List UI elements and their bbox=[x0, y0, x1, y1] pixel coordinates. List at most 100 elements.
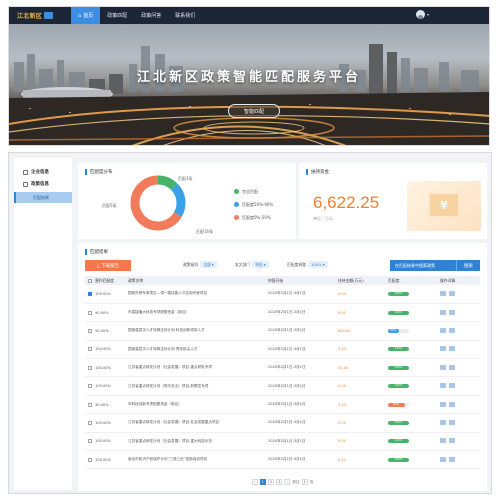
col-header-match: 营利匹配度 bbox=[85, 276, 125, 285]
nav-contact[interactable]: 联系我们 bbox=[168, 7, 202, 24]
match-progress-fill: 100% bbox=[388, 310, 409, 315]
cell-policy-name[interactable]: 国家高层次人才特殊支持计划 科技创新领军人才 bbox=[125, 321, 265, 341]
cell-policy-name[interactable]: 江苏省重点研发计划（社会发展）项目-社会发展重点项目 bbox=[125, 413, 265, 433]
row-checkbox[interactable] bbox=[88, 420, 92, 425]
match-progress-bar: 100% bbox=[388, 457, 409, 462]
pager-goto-label: 前往 bbox=[292, 479, 300, 484]
nav-policy-match[interactable]: 政策匹配 bbox=[100, 7, 134, 24]
match-progress-bar: 100% bbox=[388, 310, 409, 315]
filter-department-select[interactable]: 科技 ▾ bbox=[252, 261, 269, 268]
table-row[interactable]: 100.00% 国家高层次人才特殊支持计划 青年拔尖人才 2020年2月1日-3月1… bbox=[85, 340, 480, 360]
pager-prev-button[interactable]: ‹ bbox=[251, 479, 258, 485]
row-checkbox[interactable] bbox=[88, 347, 92, 352]
row-checkbox[interactable] bbox=[88, 457, 92, 462]
funding-unit: 单位：万元 bbox=[313, 216, 333, 221]
user-menu[interactable]: ▾ bbox=[415, 10, 429, 19]
search-button[interactable]: 搜索 bbox=[456, 260, 480, 271]
top-frame: 江北新区 ⌂ 首页 政策匹配 政策问答 联系我们 ▾ 江北新区政策智能匹配服务平… bbox=[8, 6, 490, 146]
view-detail-icon[interactable] bbox=[440, 419, 446, 425]
filter-match-adjust-select[interactable]: 100% ▾ bbox=[307, 261, 328, 268]
cell-policy-name[interactable]: 国家外贸专家项目—带一路技能人才实用专家项目 bbox=[125, 285, 265, 304]
export-icon[interactable] bbox=[449, 346, 455, 352]
cell-match-pct: 100.00% bbox=[85, 413, 125, 433]
cell-policy-name[interactable]: 国家高层次人才特殊支持计划 青年拔尖人才 bbox=[125, 340, 265, 360]
view-detail-icon[interactable] bbox=[440, 383, 446, 389]
table-row[interactable]: 100.00% 国家外贸专家项目—带一路技能人才实用专家项目 2020年2月1日-3… bbox=[85, 285, 480, 304]
select-all-checkbox[interactable] bbox=[88, 278, 92, 283]
table-row[interactable]: 100.00% 南京市知识产权保护计划“三强三优”奖励培训项目 2020年2月1日-… bbox=[85, 450, 480, 470]
match-progress-bar: 50% bbox=[388, 328, 409, 333]
chevron-down-icon[interactable]: ▾ bbox=[427, 12, 429, 17]
legend-item: 匹配度0%-50% bbox=[234, 211, 273, 224]
row-checkbox[interactable] bbox=[88, 310, 92, 315]
sidebar-item-company-info[interactable]: 企业信息 bbox=[14, 166, 72, 178]
cell-policy-name[interactable]: 市直接播大科技专项配额资金（新目） bbox=[125, 303, 265, 323]
export-icon[interactable] bbox=[449, 438, 455, 444]
nav-home[interactable]: ⌂ 首页 bbox=[71, 7, 101, 24]
row-checkbox[interactable] bbox=[88, 384, 92, 389]
match-distribution-card: 匹配度分布 匹配3条 匹配5条 匹配16条 完全匹配 匹配度50%-90% 匹配… bbox=[78, 163, 296, 239]
view-detail-icon[interactable] bbox=[440, 364, 446, 370]
view-detail-icon[interactable] bbox=[440, 401, 446, 407]
dashboard-frame: 企业信息 政策信息 匹配结果 匹配度分布 匹配3条 匹配5条 匹配16条 完全匹… bbox=[8, 152, 492, 494]
view-detail-icon[interactable] bbox=[440, 456, 446, 462]
export-icon[interactable] bbox=[449, 419, 455, 425]
table-row[interactable]: 50.00% 国家高层次人才特殊支持计划 科技创新领军人才 2020年2月1日-3月… bbox=[85, 321, 480, 341]
view-detail-icon[interactable] bbox=[440, 438, 446, 444]
view-detail-icon[interactable] bbox=[440, 309, 446, 315]
pager-page-3[interactable]: 3 bbox=[276, 479, 283, 485]
table-row[interactable]: 100.00% 江苏省重点研发计划（社会发展）项目-重点研发专项 2020年2月1日… bbox=[85, 358, 480, 378]
cell-policy-name[interactable]: 市科技创新专项配额资金（新目） bbox=[125, 395, 265, 415]
cell-policy-name[interactable]: 江苏省重点研发计划（社会发展）项目-重点研发专项 bbox=[125, 358, 265, 378]
export-icon[interactable] bbox=[449, 383, 455, 389]
export-icon[interactable] bbox=[449, 327, 455, 333]
view-detail-icon[interactable] bbox=[440, 346, 446, 352]
table-row[interactable]: 30.00% 市科技创新专项配额资金（新目） 2020年2月1日-3月1日 0.00 8… bbox=[85, 395, 480, 415]
cell-actions bbox=[437, 450, 480, 470]
legend-label: 匹配度50%-90% bbox=[242, 201, 274, 207]
export-icon[interactable] bbox=[449, 290, 455, 296]
pager-page-input[interactable]: 1 bbox=[301, 479, 308, 485]
cell-policy-name[interactable]: 南京市知识产权保护计划“三强三优”奖励培训项目 bbox=[125, 450, 265, 470]
smart-match-button[interactable]: 智能匹配 bbox=[228, 104, 280, 118]
table-row[interactable]: 100.00% 江苏省重点研发计划（社会发展）项目-社会发展重点项目 2020年2月… bbox=[85, 413, 480, 433]
cell-policy-name[interactable]: 江苏省重点研发计划（社会发展）项目-重大科技示范 bbox=[125, 432, 265, 452]
cell-degree: 100% bbox=[385, 432, 437, 452]
row-checkbox[interactable] bbox=[88, 439, 92, 444]
sidebar-item-policy-info[interactable]: 政策信息 bbox=[14, 178, 72, 190]
logo[interactable]: 江北新区 bbox=[9, 7, 71, 24]
cell-date: 2020年2月1日-3月1日 bbox=[265, 321, 335, 341]
export-icon[interactable] bbox=[449, 401, 455, 407]
nav-policy-qa[interactable]: 政策问答 bbox=[134, 7, 168, 24]
filter-policy-level-select[interactable]: 全部 ▾ bbox=[200, 261, 217, 268]
city-skyline-illustration bbox=[9, 44, 489, 145]
row-checkbox[interactable] bbox=[88, 328, 92, 333]
match-progress-bar: 80% bbox=[388, 402, 409, 407]
pager-next-button[interactable]: › bbox=[284, 479, 291, 485]
export-icon[interactable] bbox=[449, 364, 455, 370]
view-detail-icon[interactable] bbox=[440, 290, 446, 296]
table-row[interactable]: 90.00% 市直接播大科技专项配额资金（新目） 2020年2月1日-3月1日 0.0… bbox=[85, 303, 480, 323]
download-report-button[interactable]: ⤓ 下载报告 bbox=[85, 260, 131, 271]
filter-policy-level: 政策级别 全部 ▾ bbox=[183, 261, 217, 268]
cell-match-pct: 30.00% bbox=[85, 395, 125, 415]
view-detail-icon[interactable] bbox=[440, 327, 446, 333]
row-checkbox[interactable] bbox=[88, 365, 92, 370]
sidebar-subitem-match-results[interactable]: 匹配结果 bbox=[14, 192, 72, 203]
table-row[interactable]: 100.00% 江苏省重点研发计划（社会发展）项目-重大科技示范 2020年2月1日… bbox=[85, 432, 480, 452]
user-avatar-icon[interactable] bbox=[415, 10, 425, 19]
pager-page-1[interactable]: 1 bbox=[259, 479, 266, 485]
cell-actions bbox=[437, 376, 480, 396]
legend-label: 完全匹配 bbox=[242, 188, 258, 194]
row-checkbox[interactable] bbox=[88, 291, 92, 296]
pager-page-2[interactable]: 2 bbox=[267, 479, 275, 485]
export-icon[interactable] bbox=[449, 456, 455, 462]
pagination: ‹ 1 2 3 › 前往 1 页 bbox=[78, 479, 487, 485]
cell-policy-name[interactable]: 江苏省重点研发计划（现代农业）项目-前瞻性专项 bbox=[125, 376, 265, 396]
home-icon: ⌂ bbox=[78, 12, 82, 19]
policy-search-input[interactable]: 在匹配结果中搜索政策 bbox=[390, 260, 456, 271]
table-row[interactable]: 100.00% 江苏省重点研发计划（现代农业）项目-前瞻性专项 2020年2月1日-… bbox=[85, 376, 480, 396]
row-checkbox[interactable] bbox=[88, 402, 92, 407]
download-icon: ⤓ bbox=[97, 263, 99, 269]
export-icon[interactable] bbox=[449, 309, 455, 315]
